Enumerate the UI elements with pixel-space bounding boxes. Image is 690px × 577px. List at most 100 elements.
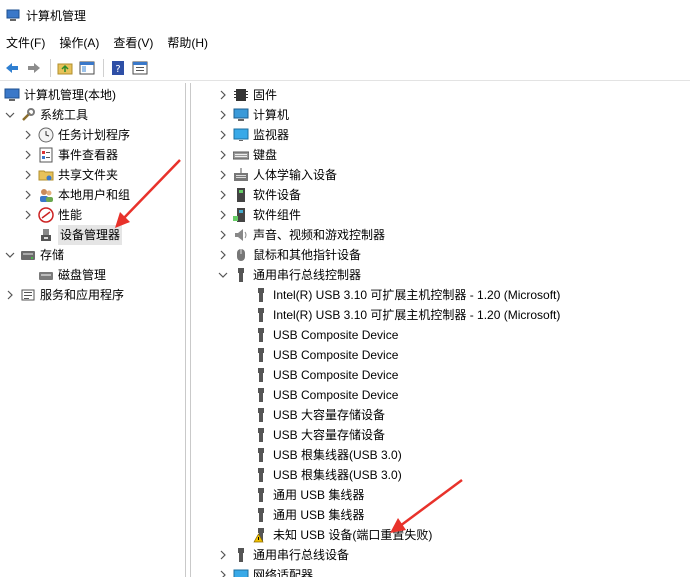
services-icon (20, 287, 36, 303)
chevron-down-icon[interactable] (217, 269, 229, 281)
console-tree-pane: 计算机管理(本地) 系统工具 任务计划程序 事件查看器 共享文件夹 本地用户和组… (0, 83, 186, 577)
usb-icon (253, 287, 269, 303)
device-item[interactable]: 通用 USB 集线器 (253, 505, 364, 525)
menu-view[interactable]: 查看(V) (107, 33, 159, 53)
properties-icon (132, 61, 148, 74)
device-category-sound[interactable]: 声音、视频和游戏控制器 (217, 225, 385, 245)
back-button[interactable] (2, 58, 22, 78)
chevron-right-icon[interactable] (217, 109, 229, 121)
device-item[interactable]: USB 大容量存储设备 (253, 405, 385, 425)
tree-item-services-apps[interactable]: 服务和应用程序 (4, 285, 124, 305)
chevron-right-icon[interactable] (217, 89, 229, 101)
tree-item-device-manager[interactable]: 设备管理器 (38, 225, 123, 245)
event-log-icon (38, 147, 54, 163)
chevron-right-icon[interactable] (217, 189, 229, 201)
menu-help[interactable]: 帮助(H) (161, 33, 214, 53)
chevron-right-icon[interactable] (217, 149, 229, 161)
show-hide-tree-button[interactable] (77, 58, 97, 78)
device-label: Intel(R) USB 3.10 可扩展主机控制器 - 1.20 (Micro… (273, 308, 561, 322)
device-category-software-components[interactable]: 软件组件 (217, 205, 301, 225)
chevron-down-icon[interactable] (4, 109, 16, 121)
keyboard-icon (233, 147, 249, 163)
chevron-right-icon[interactable] (217, 549, 229, 561)
tree-item-root[interactable]: 计算机管理(本地) (4, 85, 116, 105)
computer-management-icon (4, 87, 20, 103)
chevron-right-icon[interactable] (217, 249, 229, 261)
tree-label: 设备管理器 (58, 225, 123, 245)
usb-icon (253, 467, 269, 483)
tree-label: 任务计划程序 (58, 128, 131, 142)
device-item[interactable]: Intel(R) USB 3.10 可扩展主机控制器 - 1.20 (Micro… (253, 305, 560, 325)
usb-icon (233, 267, 249, 283)
chevron-right-icon[interactable] (22, 209, 34, 221)
device-item[interactable]: 通用 USB 集线器 (253, 485, 364, 505)
device-item[interactable]: USB 根集线器(USB 3.0) (253, 465, 402, 485)
usb-icon (253, 347, 269, 363)
back-arrow-icon (6, 62, 18, 73)
device-category-label: 软件组件 (253, 208, 302, 222)
tree-item-disk-management[interactable]: 磁盘管理 (38, 265, 106, 285)
device-category-firmware[interactable]: 固件 (217, 85, 277, 105)
tree-item-storage[interactable]: 存储 (4, 245, 64, 265)
usb-icon (253, 447, 269, 463)
device-item[interactable]: USB Composite Device (253, 345, 398, 365)
up-level-button[interactable] (55, 58, 75, 78)
tree-item-system-tools[interactable]: 系统工具 (4, 105, 88, 125)
device-category-usb-controllers[interactable]: 通用串行总线控制器 (217, 265, 361, 285)
device-category-hid[interactable]: 人体学输入设备 (217, 165, 337, 185)
device-manager-icon (38, 227, 54, 243)
chevron-right-icon[interactable] (22, 129, 34, 141)
usb-icon (253, 407, 269, 423)
chevron-right-icon[interactable] (217, 569, 229, 577)
tree-label: 事件查看器 (58, 148, 119, 162)
device-item[interactable]: USB Composite Device (253, 325, 398, 345)
device-item-unknown-usb[interactable]: 未知 USB 设备(端口重置失败) (253, 525, 432, 545)
device-category-monitors[interactable]: 监视器 (217, 125, 289, 145)
menu-action[interactable]: 操作(A) (53, 33, 105, 53)
chevron-right-icon[interactable] (22, 189, 34, 201)
chevron-right-icon[interactable] (217, 169, 229, 181)
properties-button[interactable] (130, 58, 150, 78)
tree-item-performance[interactable]: 性能 (22, 205, 82, 225)
device-item[interactable]: USB Composite Device (253, 385, 398, 405)
chevron-right-icon[interactable] (217, 209, 229, 221)
computer-management-icon (6, 9, 20, 21)
help-button[interactable]: ? (108, 58, 128, 78)
device-category-mice[interactable]: 鼠标和其他指针设备 (217, 245, 361, 265)
forward-button[interactable] (24, 58, 44, 78)
tree-item-local-users[interactable]: 本地用户和组 (22, 185, 130, 205)
menu-file[interactable]: 文件(F) (0, 33, 51, 53)
device-category-usb-devices[interactable]: 通用串行总线设备 (217, 545, 349, 565)
device-tree-pane: 固件 计算机 监视器 键盘 人体学输入设备 软件设备 软件组件 声音、视频和游戏… (190, 83, 690, 577)
device-category-network-adapters[interactable]: 网络适配器 (217, 565, 313, 577)
tree-label: 服务和应用程序 (40, 288, 125, 302)
device-item[interactable]: Intel(R) USB 3.10 可扩展主机控制器 - 1.20 (Micro… (253, 285, 560, 305)
device-item[interactable]: USB Composite Device (253, 365, 398, 385)
usb-icon (233, 547, 249, 563)
tree-label: 磁盘管理 (58, 268, 107, 282)
chevron-right-icon[interactable] (4, 289, 16, 301)
chevron-down-icon[interactable] (4, 249, 16, 261)
tree-item-shared-folders[interactable]: 共享文件夹 (22, 165, 118, 185)
device-label: USB Composite Device (273, 348, 399, 362)
tree-item-task-scheduler[interactable]: 任务计划程序 (22, 125, 130, 145)
device-category-keyboards[interactable]: 键盘 (217, 145, 277, 165)
device-item[interactable]: USB 大容量存储设备 (253, 425, 385, 445)
chevron-right-icon[interactable] (22, 169, 34, 181)
device-label: USB Composite Device (273, 328, 399, 342)
device-label: 通用 USB 集线器 (273, 508, 365, 522)
device-category-label: 鼠标和其他指针设备 (253, 248, 362, 262)
chevron-right-icon[interactable] (217, 229, 229, 241)
chevron-right-icon[interactable] (217, 129, 229, 141)
tree-item-event-viewer[interactable]: 事件查看器 (22, 145, 118, 165)
device-category-label: 固件 (253, 88, 278, 102)
usb-icon (253, 507, 269, 523)
chevron-right-icon[interactable] (22, 149, 34, 161)
device-item[interactable]: USB 根集线器(USB 3.0) (253, 445, 402, 465)
tree-label: 存储 (40, 248, 65, 262)
firmware-icon (233, 87, 249, 103)
device-category-computer[interactable]: 计算机 (217, 105, 289, 125)
toolbar-separator (103, 58, 104, 77)
menu-bar: 文件(F) 操作(A) 查看(V) 帮助(H) (0, 33, 216, 53)
device-category-software-devices[interactable]: 软件设备 (217, 185, 301, 205)
